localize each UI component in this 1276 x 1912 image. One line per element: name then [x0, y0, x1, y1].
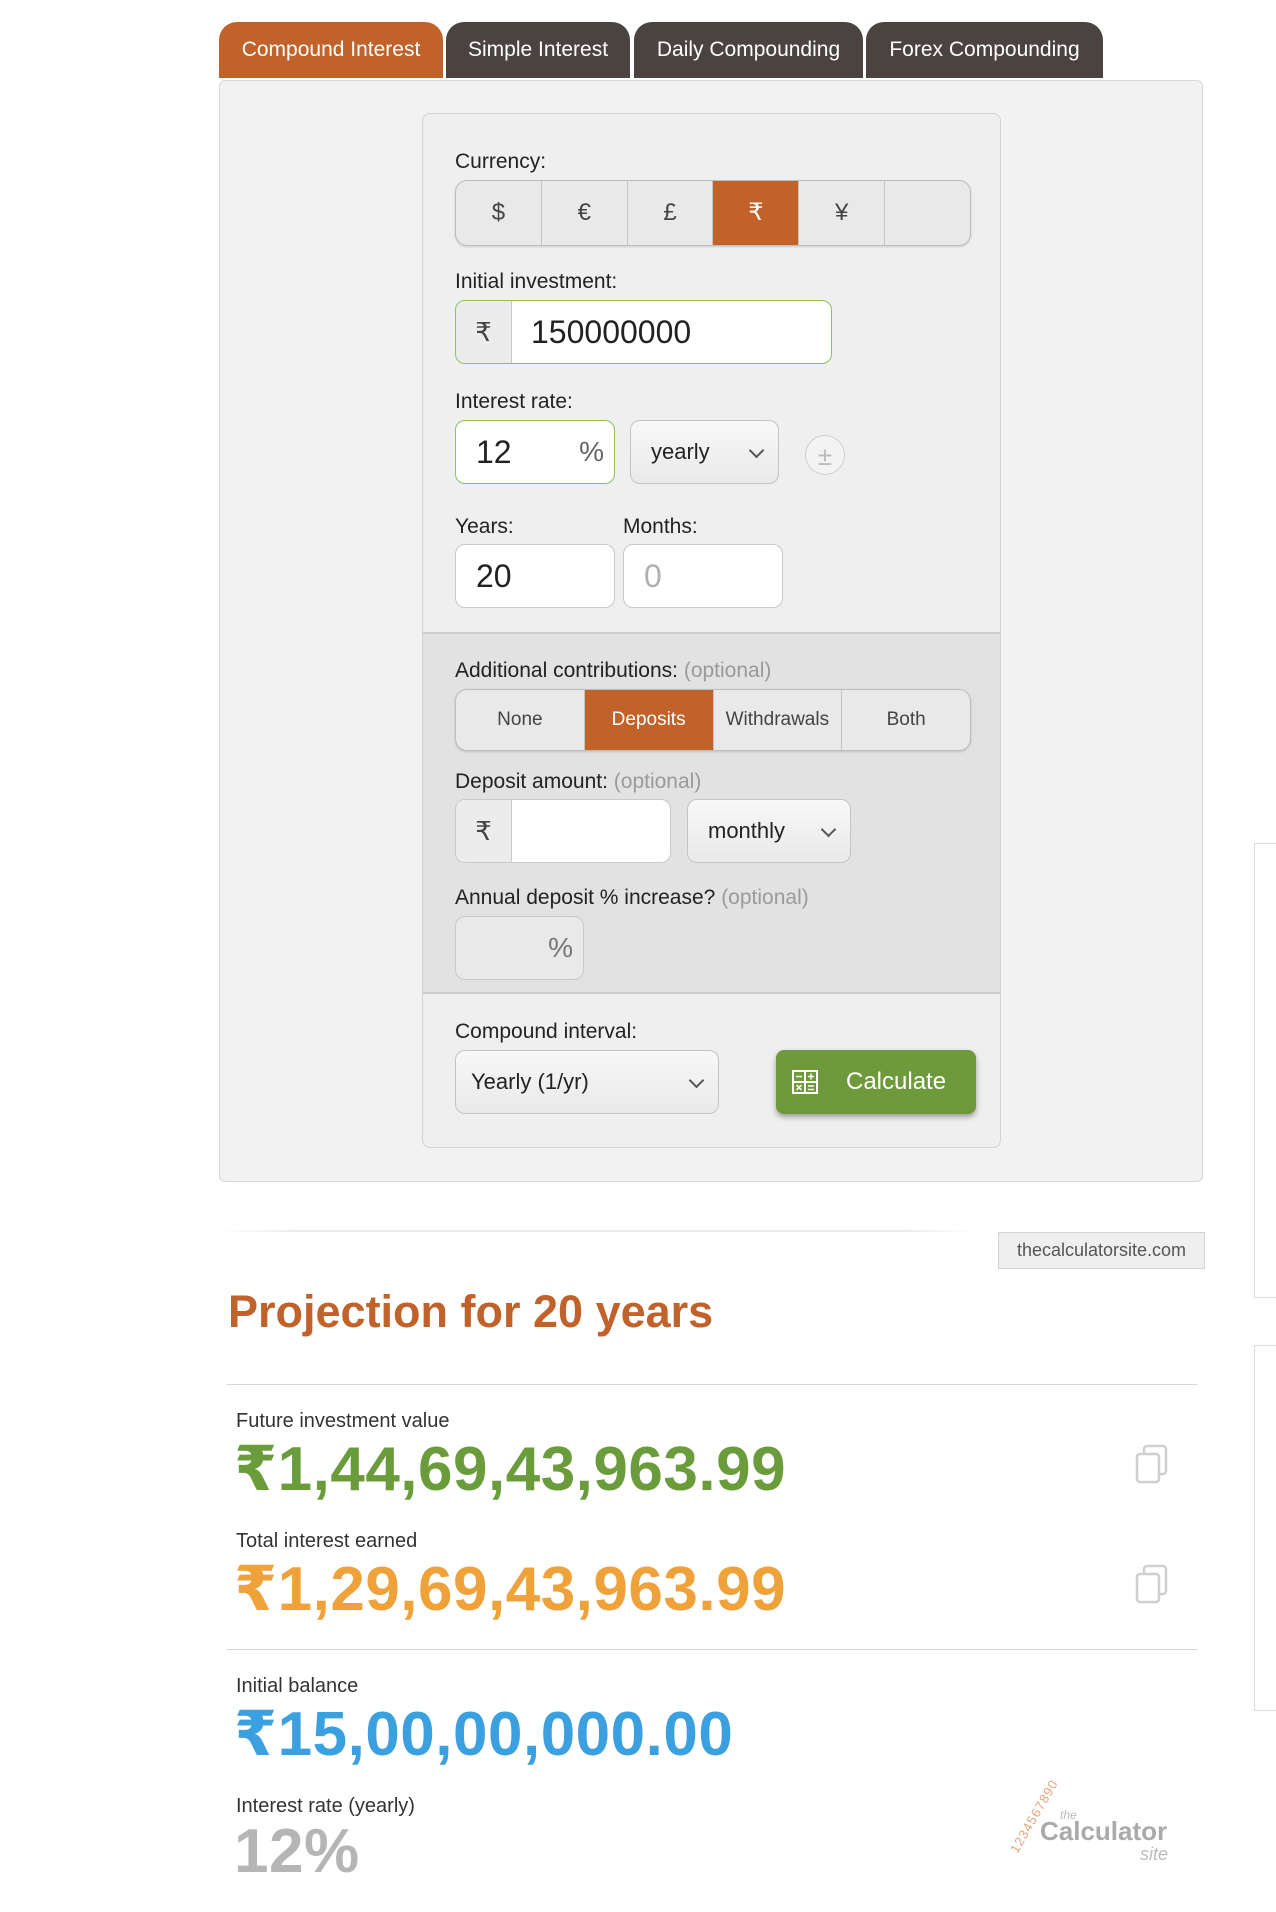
results-divider [219, 1230, 979, 1232]
percent-sign: % [579, 436, 604, 467]
rate-period-select[interactable]: yearly [630, 420, 779, 484]
calculate-label: Calculate [846, 1068, 947, 1095]
copy-icon[interactable] [1134, 1564, 1170, 1604]
initial-balance-value: ₹15,00,00,000.00 [234, 1700, 734, 1769]
initial-investment-value: 150000000 [531, 314, 692, 350]
initial-investment-input[interactable]: ₹ 150000000 [455, 300, 832, 364]
logo-site: site [1140, 1844, 1169, 1864]
divider [227, 1384, 1197, 1385]
initial-balance-label: Initial balance [236, 1675, 359, 1697]
currency-selector: $ € £ ₹ ¥ [455, 180, 971, 246]
interest-rate-result-label: Interest rate (yearly) [236, 1795, 415, 1817]
divider [227, 1649, 1197, 1650]
rate-period-value: yearly [651, 439, 710, 464]
site-badge: thecalculatorsite.com [998, 1232, 1205, 1269]
deposit-frequency-select[interactable]: monthly [687, 799, 851, 863]
tab-forex-compounding[interactable]: Forex Compounding [866, 22, 1103, 78]
contributions-label: Additional contributions: (optional) [455, 659, 772, 682]
years-label: Years: [455, 515, 514, 538]
rupee-addon: ₹ [456, 301, 512, 363]
calculator-icon [792, 1070, 818, 1094]
currency-eur-button[interactable]: € [542, 181, 628, 245]
sidebar-frame [1254, 843, 1276, 1298]
copy-icon[interactable] [1134, 1444, 1170, 1484]
chevron-down-icon [688, 1072, 705, 1089]
interest-rate-value: 12 [476, 434, 512, 470]
contribution-withdrawals-button[interactable]: Withdrawals [714, 690, 843, 750]
tab-daily-compounding[interactable]: Daily Compounding [634, 22, 863, 78]
initial-investment-label: Initial investment: [455, 270, 618, 293]
contribution-deposits-button[interactable]: Deposits [584, 690, 714, 750]
months-label: Months: [623, 515, 698, 538]
deposit-frequency-value: monthly [708, 818, 786, 843]
rupee-addon: ₹ [456, 800, 512, 862]
years-value: 20 [476, 558, 512, 594]
tab-simple-interest[interactable]: Simple Interest [446, 22, 630, 78]
interest-rate-label: Interest rate: [455, 390, 573, 413]
compound-interval-value: Yearly (1/yr) [471, 1069, 589, 1094]
years-input[interactable]: 20 [455, 544, 615, 608]
compound-interval-select[interactable]: Yearly (1/yr) [455, 1050, 719, 1114]
contributions-selector: None Deposits Withdrawals Both [455, 689, 971, 751]
contribution-none-button[interactable]: None [456, 690, 585, 750]
currency-usd-button[interactable]: $ [456, 181, 542, 245]
compound-interval-label: Compound interval: [455, 1020, 638, 1043]
contribution-both-button[interactable]: Both [842, 690, 970, 750]
deposit-amount-label: Deposit amount: (optional) [455, 770, 702, 793]
months-placeholder: 0 [644, 558, 662, 594]
interest-rate-input[interactable]: 12 % [455, 420, 615, 484]
currency-inr-button[interactable]: ₹ [713, 181, 800, 245]
interest-earned-label: Total interest earned [236, 1530, 418, 1552]
currency-label: Currency: [455, 150, 547, 173]
annual-increase-input[interactable]: % [455, 916, 584, 980]
interest-earned-value: ₹1,29,69,43,963.99 [234, 1555, 787, 1624]
currency-other-button[interactable] [885, 181, 970, 245]
calculator-site-logo: 1234567890 the Calculator site [985, 1777, 1185, 1890]
calculate-button[interactable]: Calculate [776, 1050, 976, 1114]
currency-gbp-button[interactable]: £ [628, 181, 714, 245]
annual-increase-label: Annual deposit % increase? (optional) [455, 886, 809, 909]
deposit-amount-input[interactable]: ₹ [455, 799, 671, 863]
sidebar-frame [1254, 1345, 1276, 1711]
results-heading: Projection for 20 years [228, 1286, 714, 1337]
currency-jpy-button[interactable]: ¥ [799, 181, 886, 245]
months-input[interactable]: 0 [623, 544, 783, 608]
chevron-down-icon [748, 442, 765, 459]
interest-rate-result-value: 12% [234, 1817, 360, 1886]
chevron-down-icon [820, 821, 837, 838]
logo-name: Calculator [1040, 1816, 1168, 1846]
percent-sign: % [548, 932, 573, 963]
future-value: ₹1,44,69,43,963.99 [234, 1435, 787, 1504]
add-rate-change-icon[interactable]: ± [805, 435, 845, 475]
tab-compound-interest[interactable]: Compound Interest [219, 22, 443, 78]
future-value-label: Future investment value [236, 1410, 450, 1432]
